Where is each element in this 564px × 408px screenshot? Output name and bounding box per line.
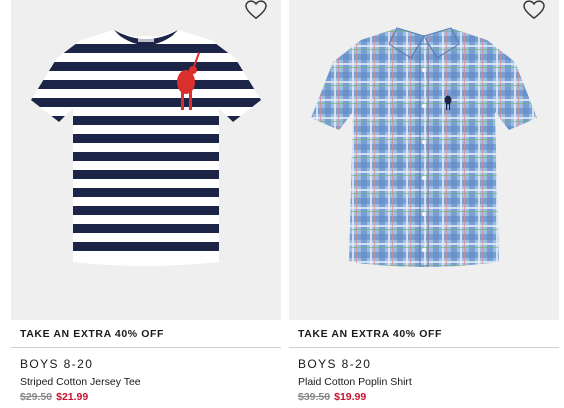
product-name[interactable]: Striped Cotton Jersey Tee: [20, 376, 141, 388]
sale-price: $19.99: [334, 391, 367, 403]
product-name[interactable]: Plaid Cotton Poplin Shirt: [298, 376, 412, 388]
product-image[interactable]: [11, 0, 281, 320]
product-category: BOYS 8-20: [20, 357, 94, 371]
heart-icon[interactable]: [245, 0, 267, 20]
divider: [289, 347, 559, 348]
promo-text: TAKE AN EXTRA 40% OFF: [20, 328, 165, 340]
promo-text: TAKE AN EXTRA 40% OFF: [298, 328, 443, 340]
original-price: $39.50: [298, 391, 331, 403]
sale-price: $21.99: [56, 391, 89, 403]
product-category: BOYS 8-20: [298, 357, 372, 371]
product-grid: TAKE AN EXTRA 40% OFF BOYS 8-20 Striped …: [0, 0, 564, 408]
product-card[interactable]: TAKE AN EXTRA 40% OFF BOYS 8-20 Plaid Co…: [289, 0, 559, 408]
price-block: $39.50 $19.99: [298, 391, 366, 403]
product-card[interactable]: TAKE AN EXTRA 40% OFF BOYS 8-20 Striped …: [11, 0, 281, 408]
divider: [11, 347, 281, 348]
plaid-shirt-image: [311, 27, 537, 267]
striped-tee-image: [31, 30, 261, 266]
product-image[interactable]: [289, 0, 559, 320]
price-block: $29.50 $21.99: [20, 391, 88, 403]
original-price: $29.50: [20, 391, 53, 403]
heart-icon[interactable]: [523, 0, 545, 20]
